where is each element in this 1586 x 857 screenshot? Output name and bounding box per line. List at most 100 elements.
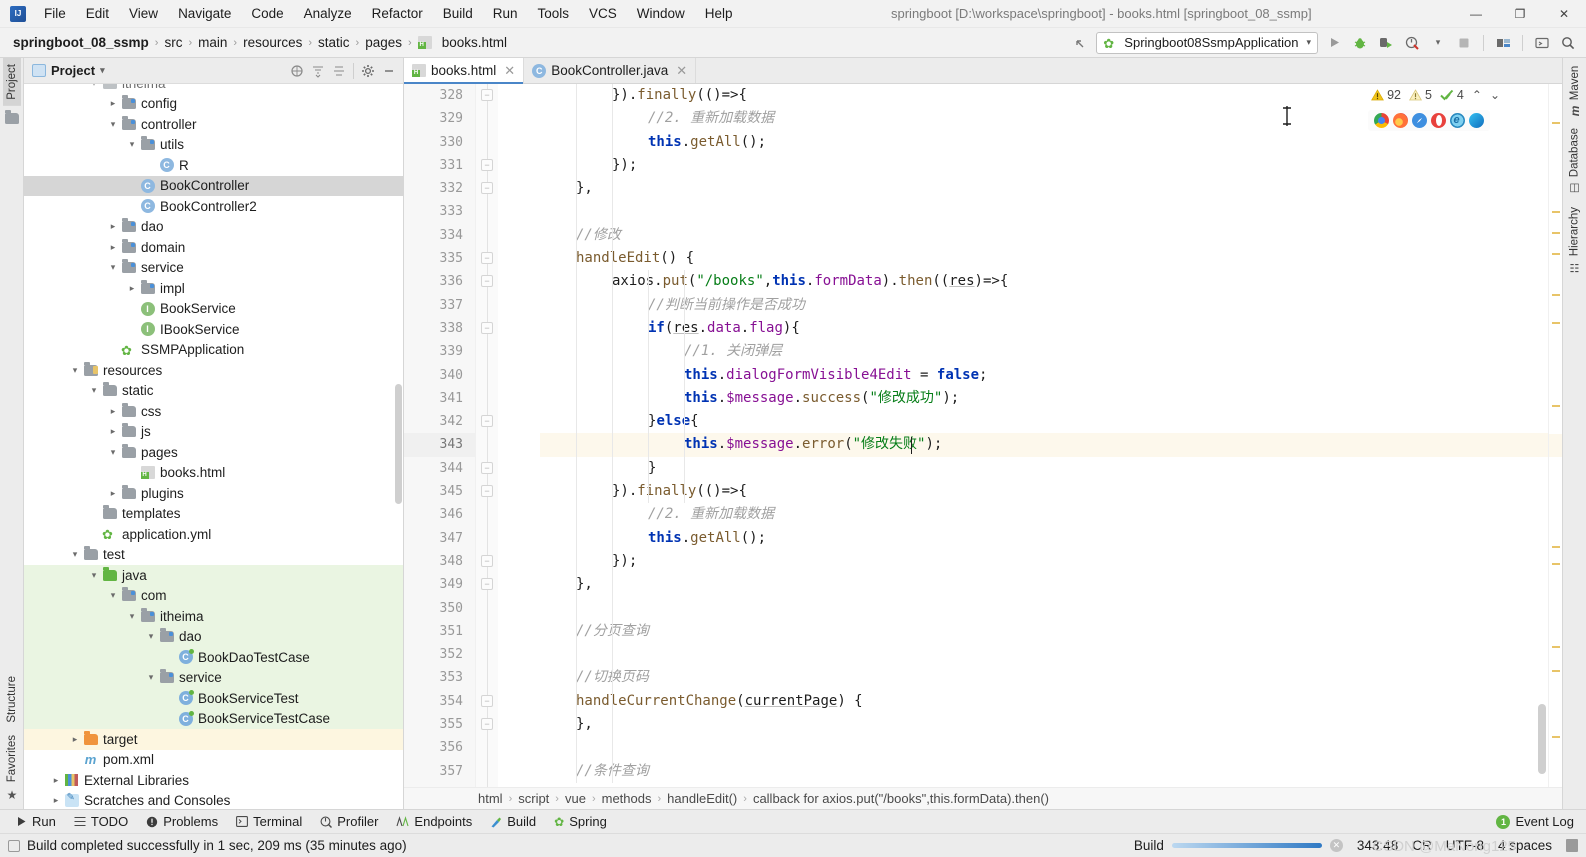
breadcrumb-item-resources[interactable]: resources: [240, 33, 305, 52]
database-tool-icon[interactable]: [1493, 33, 1513, 53]
tool-window-button-maven[interactable]: m Maven: [1565, 60, 1585, 122]
fold-toggle-icon[interactable]: −: [481, 718, 493, 731]
error-stripe-mark[interactable]: [1552, 646, 1560, 648]
editor-scrollbar[interactable]: [1538, 704, 1546, 774]
tool-window-button-favorites[interactable]: Favorites: [3, 729, 21, 788]
tool-window-button-run[interactable]: Run: [8, 812, 64, 831]
tree-node[interactable]: ▾ resources: [24, 360, 403, 381]
code-line[interactable]: //判断当前操作是否成功: [540, 294, 1548, 317]
code-line[interactable]: this.$message.success("修改成功");: [540, 387, 1548, 410]
chevron-right-icon[interactable]: ▸: [106, 221, 120, 232]
debug-button[interactable]: [1350, 33, 1370, 53]
tree-node[interactable]: ▸ dao: [24, 217, 403, 238]
tree-node[interactable]: ▸ config: [24, 94, 403, 115]
breadcrumb-item-main[interactable]: main: [195, 33, 230, 52]
run-with-coverage-button[interactable]: [1376, 33, 1396, 53]
menu-edit[interactable]: Edit: [76, 3, 119, 24]
code-line[interactable]: axios.put("/books",this.formData).then((…: [540, 270, 1548, 293]
breadcrumb-item-file[interactable]: books.html: [415, 33, 510, 52]
menu-help[interactable]: Help: [695, 3, 743, 24]
tool-window-button-build[interactable]: Build: [482, 812, 544, 831]
chevron-right-icon[interactable]: ▸: [106, 406, 120, 417]
editor-tab-bookcontroller-java[interactable]: C BookController.java ✕: [524, 58, 697, 83]
tree-node[interactable]: ▸ impl: [24, 278, 403, 299]
chevron-down-icon[interactable]: ▾: [106, 447, 120, 458]
opera-icon[interactable]: [1431, 113, 1446, 128]
chevron-right-icon[interactable]: ▸: [106, 488, 120, 499]
code-line[interactable]: //2. 重新加载数据: [540, 503, 1548, 526]
breadcrumb-item-static[interactable]: static: [315, 33, 353, 52]
run-button[interactable]: [1324, 33, 1344, 53]
error-stripe-mark[interactable]: [1552, 735, 1560, 738]
tree-node[interactable]: ▾ itheima: [24, 606, 403, 627]
tree-node[interactable]: ▸ domain: [24, 237, 403, 258]
chevron-down-icon[interactable]: ▾: [68, 365, 82, 376]
code-line[interactable]: //修改: [540, 224, 1548, 247]
close-icon[interactable]: ✕: [504, 63, 515, 79]
fold-toggle-icon[interactable]: −: [481, 415, 493, 428]
fold-toggle-icon[interactable]: −: [481, 461, 493, 474]
collapse-all-icon[interactable]: [329, 61, 349, 81]
code-line[interactable]: },: [540, 177, 1548, 200]
close-icon[interactable]: ✕: [676, 63, 687, 79]
tree-node[interactable]: ▾ controller: [24, 114, 403, 135]
menu-tools[interactable]: Tools: [528, 3, 580, 24]
code-line[interactable]: handleEdit() {: [540, 247, 1548, 270]
chevron-right-icon[interactable]: ▸: [125, 283, 139, 294]
minimize-button[interactable]: —: [1454, 0, 1498, 28]
tree-node[interactable]: m pom.xml: [24, 750, 403, 771]
lock-icon[interactable]: [1566, 839, 1578, 852]
error-stripe-markers[interactable]: [1548, 84, 1562, 787]
menu-refactor[interactable]: Refactor: [362, 3, 433, 24]
tool-window-button-project[interactable]: Project: [2, 58, 21, 106]
event-log-button[interactable]: 1 Event Log: [1496, 814, 1578, 829]
hide-panel-icon[interactable]: [379, 61, 399, 81]
error-stripe-mark[interactable]: [1552, 670, 1560, 673]
next-problem-icon[interactable]: ⌄: [1490, 88, 1500, 102]
firefox-icon[interactable]: [1393, 113, 1408, 128]
code-line[interactable]: this.dialogFormVisible4Edit = false;: [540, 364, 1548, 387]
code-line[interactable]: handleCurrentChange(currentPage) {: [540, 690, 1548, 713]
code-editor[interactable]: 328 329 330 331 332 333 334 335 336 337 338 339 340 3…: [404, 84, 1562, 787]
chevron-down-icon[interactable]: ▾: [144, 672, 158, 683]
gear-icon[interactable]: [358, 61, 378, 81]
search-everywhere-icon[interactable]: [1558, 33, 1578, 53]
caret-position[interactable]: 343:48: [1357, 838, 1398, 853]
tree-node[interactable]: ▾ static: [24, 381, 403, 402]
code-line[interactable]: [540, 643, 1548, 666]
expand-all-icon[interactable]: [308, 61, 328, 81]
fold-toggle-icon[interactable]: −: [481, 275, 493, 288]
code-line[interactable]: this.$message.error("修改失败");: [540, 433, 1548, 457]
tree-node[interactable]: SSMPApplication: [24, 340, 403, 361]
edge-icon[interactable]: [1469, 113, 1484, 128]
tool-window-button-problems[interactable]: Problems: [138, 812, 226, 831]
code-line[interactable]: if(res.data.flag){: [540, 317, 1548, 340]
fold-toggle-icon[interactable]: −: [481, 578, 493, 591]
tool-window-button-spring[interactable]: ✿ Spring: [546, 812, 615, 831]
code-line[interactable]: //1. 关闭弹层: [540, 340, 1548, 363]
chevron-down-icon[interactable]: ▾: [106, 119, 120, 130]
code-line[interactable]: this.getAll();: [540, 131, 1548, 154]
chevron-right-icon[interactable]: ▸: [49, 795, 63, 806]
tree-node[interactable]: I BookService: [24, 299, 403, 320]
profile-dropdown-icon[interactable]: ▾: [1428, 33, 1448, 53]
tool-window-button-structure[interactable]: Structure: [3, 670, 21, 729]
stop-button[interactable]: [1454, 33, 1474, 53]
code-line[interactable]: }).finally(()=>{: [540, 480, 1548, 503]
chrome-icon[interactable]: [1374, 113, 1389, 128]
menu-file[interactable]: File: [34, 3, 76, 24]
indent-setting[interactable]: 4 spaces: [1498, 838, 1552, 853]
tree-node[interactable]: ▾ utils: [24, 135, 403, 156]
error-stripe-mark[interactable]: [1552, 121, 1560, 124]
tree-node[interactable]: ▸ target: [24, 729, 403, 750]
menu-build[interactable]: Build: [433, 3, 483, 24]
tree-node[interactable]: I IBookService: [24, 319, 403, 340]
tool-window-button-terminal[interactable]: Terminal: [228, 812, 310, 831]
tree-node[interactable]: ▾ pages: [24, 442, 403, 463]
tree-node[interactable]: ▸ Scratches and Consoles: [24, 791, 403, 810]
maximize-button[interactable]: ❐: [1498, 0, 1542, 28]
chevron-right-icon[interactable]: ▸: [106, 426, 120, 437]
menu-vcs[interactable]: VCS: [579, 3, 627, 24]
code-line[interactable]: }: [540, 457, 1548, 480]
cancel-task-icon[interactable]: ✕: [1329, 839, 1343, 852]
